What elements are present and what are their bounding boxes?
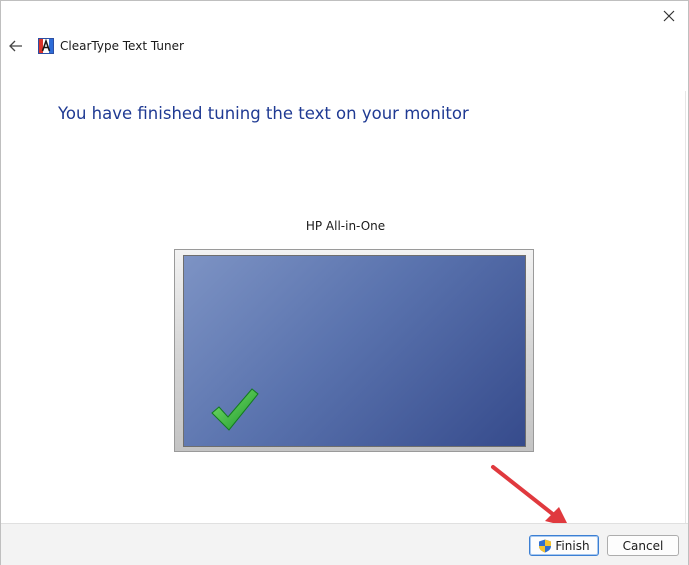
monitor-screen (183, 255, 526, 447)
cancel-button-label: Cancel (622, 538, 664, 553)
finish-button-label: Finish (555, 538, 590, 553)
window-edge (685, 91, 688, 531)
window-title: ClearType Text Tuner (60, 39, 184, 53)
monitor-name-label: HP All-in-One (305, 219, 386, 233)
footer-bar: Finish Cancel (1, 523, 688, 565)
close-icon (663, 10, 675, 22)
cleartype-icon (38, 38, 54, 54)
close-button[interactable] (656, 3, 682, 29)
back-button[interactable] (5, 35, 27, 57)
page-heading: You have finished tuning the text on you… (58, 104, 469, 123)
green-checkmark-icon (211, 388, 259, 431)
monitor-illustration (174, 249, 534, 452)
back-arrow-icon (9, 40, 22, 52)
cancel-button[interactable]: Cancel (607, 535, 679, 556)
finish-button[interactable]: Finish (529, 535, 599, 556)
cleartype-window: ClearType Text Tuner You have finished t… (0, 0, 689, 565)
uac-shield-icon (539, 539, 552, 552)
